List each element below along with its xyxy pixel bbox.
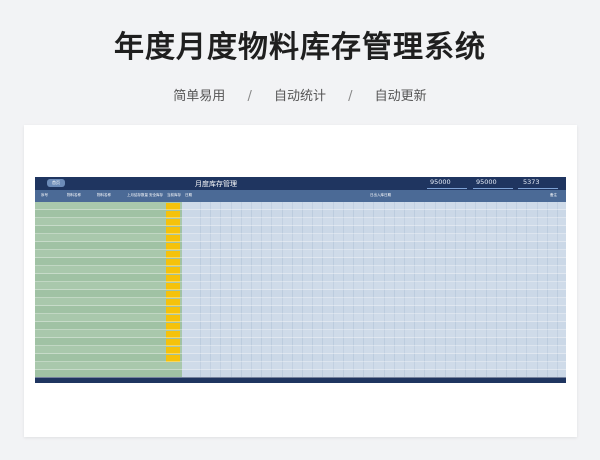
table-row [35, 242, 566, 250]
table-row [35, 210, 566, 218]
col-header: 当前库存 [167, 193, 181, 197]
stat-underline [473, 188, 513, 189]
table-row [35, 266, 566, 274]
separator: / [247, 89, 252, 104]
sheet-header: 首页 月度库存管理 95000 95000 5373 [35, 177, 566, 190]
table-row [35, 202, 566, 210]
stat-underline [518, 188, 558, 189]
table-row [35, 354, 566, 362]
table-row [35, 346, 566, 354]
table-row [35, 338, 566, 346]
table-row [35, 282, 566, 290]
home-button[interactable]: 首页 [47, 179, 65, 187]
separator: / [348, 89, 353, 104]
table-row [35, 218, 566, 226]
feature-3: 自动更新 [374, 89, 427, 104]
feature-2: 自动统计 [273, 89, 326, 104]
stat-2: 95000 [476, 178, 497, 186]
table-row [35, 226, 566, 234]
col-header: 备注 [550, 193, 557, 197]
col-header: 物料名称 [97, 193, 111, 197]
table-row [35, 306, 566, 314]
feature-subtitle: 简单易用 / 自动统计 / 自动更新 [0, 85, 600, 104]
col-header: 上月结存数量 [127, 193, 148, 197]
table-row [35, 362, 566, 370]
table-row [35, 370, 566, 378]
col-header: 安全库存 [149, 193, 163, 197]
sheet-title: 月度库存管理 [195, 180, 237, 188]
col-header: 序号 [41, 193, 48, 197]
table-row [35, 258, 566, 266]
spreadsheet-preview: 首页 月度库存管理 95000 95000 5373 序号 物料名称 物料名称 … [35, 177, 566, 383]
stat-3: 5373 [523, 178, 540, 186]
page-title: 年度月度物料库存管理系统 [114, 30, 486, 65]
table-row [35, 298, 566, 306]
table-row [35, 250, 566, 258]
col-header: 物料名称 [67, 193, 81, 197]
feature-1: 简单易用 [173, 89, 226, 104]
col-header: 日出入库日期 [370, 193, 391, 197]
column-header: 序号 物料名称 物料名称 上月结存数量 安全库存 当前库存 日期 日出入库日期 … [35, 190, 566, 202]
table-row [35, 234, 566, 242]
table-row [35, 330, 566, 338]
col-header: 日期 [185, 193, 192, 197]
stat-1: 95000 [430, 178, 451, 186]
table-row [35, 314, 566, 322]
stat-underline [427, 188, 467, 189]
table-row [35, 322, 566, 330]
table-row [35, 274, 566, 282]
row-divider [35, 377, 566, 378]
table-row [35, 290, 566, 298]
